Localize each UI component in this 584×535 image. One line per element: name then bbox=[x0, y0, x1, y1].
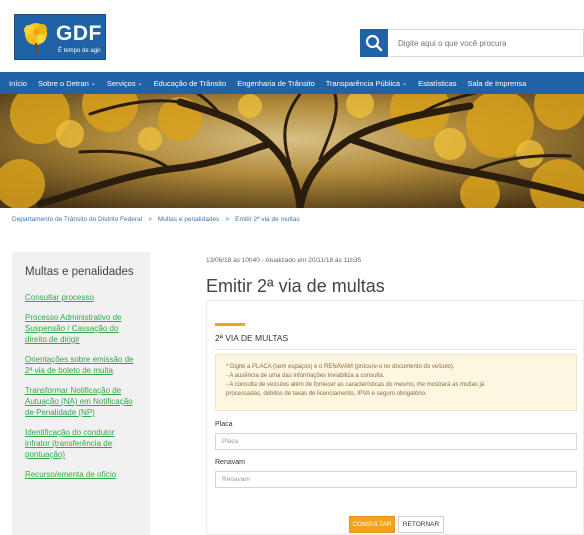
site-header: GDF É tempo de agir. bbox=[0, 0, 584, 72]
consultar-button[interactable]: CONSULTAR bbox=[349, 516, 395, 533]
form-heading: 2ª VIA DE MULTAS bbox=[215, 333, 289, 343]
sidebar: Multas e penalidades Consultar processo … bbox=[12, 252, 150, 535]
chevron-down-icon: ⌄ bbox=[137, 80, 143, 87]
nav-item-sala-de-imprensa[interactable]: Sala de Imprensa bbox=[468, 79, 527, 88]
search-input[interactable] bbox=[390, 29, 584, 57]
breadcrumb-separator: > bbox=[225, 216, 230, 223]
nav-item-label: Serviços bbox=[106, 78, 136, 88]
sidebar-link-identificacao-condutor[interactable]: Identificação do condutor infrator (tran… bbox=[25, 427, 138, 460]
search-button[interactable] bbox=[360, 29, 388, 57]
notice-line: - A consulta de veículos além de fornece… bbox=[226, 382, 485, 388]
notice-line: - A ausência de uma das informações invi… bbox=[226, 373, 385, 379]
breadcrumb-item-multas[interactable]: Multas e penalidades bbox=[158, 216, 219, 223]
publish-date: 13/06/18 às 10h40 - Atualizado em 20/11/… bbox=[206, 257, 362, 264]
sidebar-link-orientacoes-2-via[interactable]: Orientações sobre emissão de 2ª via de b… bbox=[25, 354, 138, 376]
hero-banner bbox=[0, 94, 584, 208]
nav-item-sobre-o-detran[interactable]: Sobre o Detran ⌄ bbox=[38, 79, 96, 88]
notice-line: processadas, débitos de taxas de licenci… bbox=[226, 391, 427, 397]
placa-label: Placa bbox=[215, 421, 233, 428]
sidebar-link-recurso[interactable]: Recurso/ementa de ofício bbox=[25, 469, 138, 480]
sidebar-title: Multas e penalidades bbox=[25, 266, 134, 278]
chevron-down-icon: ⌄ bbox=[402, 80, 408, 87]
nav-item-educacao-de-transito[interactable]: Educação de Trânsito bbox=[154, 79, 227, 88]
page-frame: GDF É tempo de agir. Início Sobre o Detr… bbox=[0, 0, 584, 535]
sidebar-link-processo-administrativo[interactable]: Processo Administrativo de Suspensão / C… bbox=[25, 312, 138, 345]
renavam-label: Renavam bbox=[215, 459, 245, 466]
breadcrumb-item-current: Emitir 2ª via de multas bbox=[235, 216, 300, 223]
form-card: 2ª VIA DE MULTAS * Digite a PLACA (sem e… bbox=[206, 300, 584, 535]
nav-item-label: Educação de Trânsito bbox=[153, 78, 227, 88]
nav-item-engenharia-de-transito[interactable]: Engenharia de Trânsito bbox=[237, 79, 315, 88]
renavam-input[interactable] bbox=[215, 471, 577, 488]
breadcrumb-separator: > bbox=[148, 216, 152, 223]
ipe-tree-banner-image bbox=[0, 94, 584, 208]
page-title: Emitir 2ª via de multas bbox=[206, 276, 385, 296]
nav-item-label: Transparência Pública bbox=[325, 78, 401, 88]
ipe-flower-icon bbox=[24, 23, 47, 53]
placa-input[interactable] bbox=[215, 433, 577, 450]
breadcrumb-item-detran[interactable]: Departamento de Trânsito do Distrito Fed… bbox=[12, 216, 142, 223]
nav-item-label: Estatísticas bbox=[418, 78, 457, 88]
nav-item-estatisticas[interactable]: Estatísticas bbox=[418, 79, 456, 88]
chevron-down-icon: ⌄ bbox=[90, 80, 96, 87]
logo-tagline: É tempo de agir. bbox=[58, 48, 102, 54]
search-icon bbox=[365, 34, 383, 52]
main-nav: Início Sobre o Detran ⌄ Serviços ⌄ Educaçã… bbox=[0, 72, 584, 94]
sidebar-link-consultar-processo[interactable]: Consultar processo bbox=[25, 292, 138, 303]
nav-item-label: Engenharia de Trânsito bbox=[237, 78, 315, 88]
nav-item-label: Sobre o Detran bbox=[37, 78, 89, 88]
nav-item-servicos[interactable]: Serviços ⌄ bbox=[107, 79, 143, 88]
retornar-button[interactable]: RETORNAR bbox=[398, 516, 444, 533]
nav-item-inicio[interactable]: Início bbox=[9, 79, 27, 88]
sidebar-link-transformar-notificacao[interactable]: Transformar Notificação de Autuação (NA)… bbox=[25, 385, 138, 418]
gdf-logo[interactable]: GDF É tempo de agir. bbox=[14, 14, 106, 60]
breadcrumb: Departamento de Trânsito do Distrito Fed… bbox=[12, 216, 300, 223]
nav-item-transparencia-publica[interactable]: Transparência Pública ⌄ bbox=[326, 79, 407, 88]
notice-line: * Digite a PLACA (sem espaços) e o RENAV… bbox=[226, 364, 455, 370]
logo-text: GDF bbox=[56, 22, 102, 45]
nav-item-label: Início bbox=[9, 78, 27, 88]
instructions-notice: * Digite a PLACA (sem espaços) e o RENAV… bbox=[215, 354, 577, 411]
accent-bar bbox=[215, 323, 245, 326]
nav-item-label: Sala de Imprensa bbox=[467, 78, 527, 88]
divider bbox=[215, 349, 577, 350]
